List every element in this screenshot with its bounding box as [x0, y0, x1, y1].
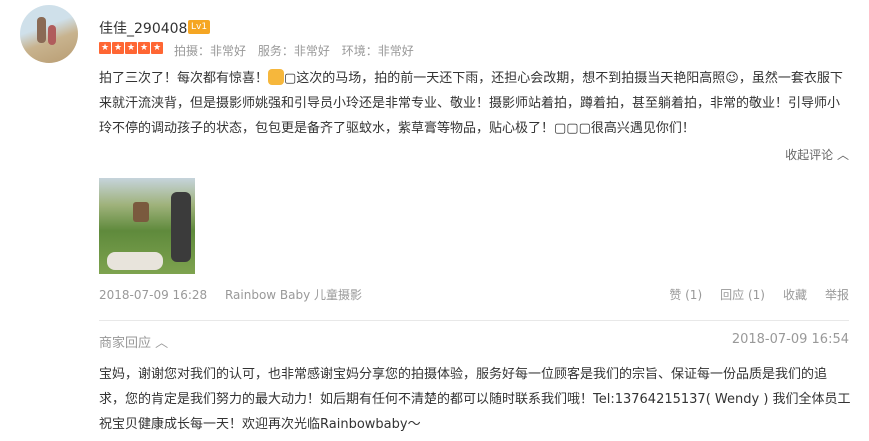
star-icon: ★ [112, 42, 124, 54]
score-environment: 环境：非常好 [341, 44, 414, 58]
photo-person [171, 192, 191, 262]
report-button[interactable]: 举报 [825, 286, 849, 303]
photo-horse [133, 202, 149, 222]
level-badge: Lv1 [188, 20, 211, 34]
user-avatar[interactable] [20, 5, 78, 63]
review-meta: 2018-07-09 16:28 Rainbow Baby 儿童摄影 [99, 286, 362, 303]
thumbs-up-icon [268, 69, 285, 85]
star-icon: ★ [99, 42, 111, 54]
review-photo[interactable] [99, 178, 195, 274]
sub-scores: 拍摄：非常好 服务：非常好 环境：非常好 [174, 42, 422, 59]
review-text: 拍了三次了！每次都有惊喜！ ▢这次的马场，拍的前一天还下雨，还担心会改期，想不到拍… [99, 66, 851, 141]
avatar-figure [48, 25, 56, 45]
review-text-part1: 拍了三次了！每次都有惊喜！ [99, 71, 269, 86]
review-actions: 赞 (1) 回应 (1) 收藏 举报 [669, 286, 849, 303]
photo-photographer [107, 252, 163, 270]
divider [99, 320, 849, 321]
merchant-reply-toggle[interactable]: 商家回应 ︿ [99, 332, 168, 351]
star-icon: ★ [125, 42, 137, 54]
merchant-reply-time: 2018-07-09 16:54 [731, 332, 849, 347]
score-photography: 拍摄：非常好 [174, 44, 247, 58]
merchant-reply-text: 宝妈，谢谢您对我们的认可，也非常感谢宝妈分享您的拍摄体验，服务好每一位顾客是我们… [99, 367, 851, 432]
star-icon: ★ [151, 42, 163, 54]
like-button[interactable]: 赞 (1) [669, 286, 702, 303]
score-service: 服务：非常好 [257, 44, 330, 58]
reply-button[interactable]: 回应 (1) [720, 286, 765, 303]
star-rating: ★ ★ ★ ★ ★ [99, 42, 163, 54]
avatar-figure [37, 17, 46, 43]
review-date: 2018-07-09 16:28 [99, 288, 208, 302]
collapse-review-link[interactable]: 收起评论 ︿ [785, 146, 849, 163]
favorite-button[interactable]: 收藏 [783, 286, 807, 303]
star-icon: ★ [138, 42, 150, 54]
merchant-link[interactable]: Rainbow Baby 儿童摄影 [225, 288, 362, 302]
username[interactable]: 佳佳_290408 [99, 18, 187, 38]
